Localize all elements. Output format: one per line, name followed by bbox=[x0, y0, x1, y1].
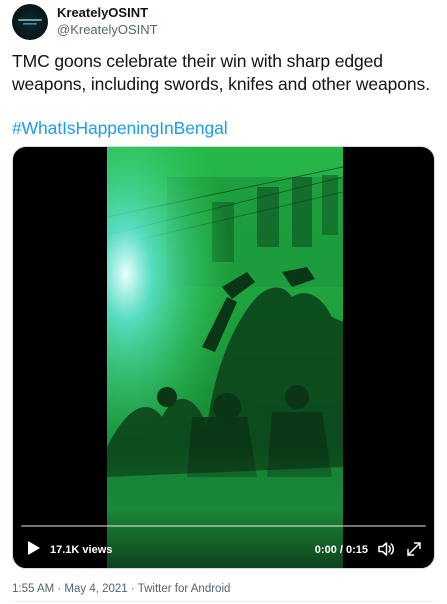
volume-icon[interactable] bbox=[376, 539, 396, 559]
video-player[interactable]: 17.1K views 0:00 / 0:15 bbox=[12, 146, 435, 569]
divider bbox=[12, 601, 437, 602]
hashtag-link[interactable]: #WhatIsHappeningInBengal bbox=[12, 117, 228, 140]
tweet-text: TMC goons celebrate their win with sharp… bbox=[12, 51, 430, 94]
play-icon[interactable] bbox=[23, 538, 43, 558]
tweet-card: KreatelyOSINT @KreatelyOSINT TMC goons c… bbox=[0, 0, 447, 604]
kreately-logo-icon bbox=[18, 19, 42, 25]
video-time: 0:00 / 0:15 bbox=[314, 544, 368, 556]
author-handle[interactable]: @KreatelyOSINT bbox=[57, 22, 158, 37]
video-controls-overlay bbox=[13, 508, 434, 568]
author-display-name[interactable]: KreatelyOSINT bbox=[57, 5, 148, 20]
tweet-timestamp[interactable]: 1:55 AM · May 4, 2021 · Twitter for Andr… bbox=[12, 583, 230, 595]
video-progress-bar[interactable] bbox=[21, 525, 426, 527]
video-views: 17.1K views bbox=[50, 544, 113, 556]
avatar[interactable] bbox=[12, 4, 48, 40]
fullscreen-icon[interactable] bbox=[404, 539, 424, 559]
video-frame-image bbox=[107, 147, 343, 568]
